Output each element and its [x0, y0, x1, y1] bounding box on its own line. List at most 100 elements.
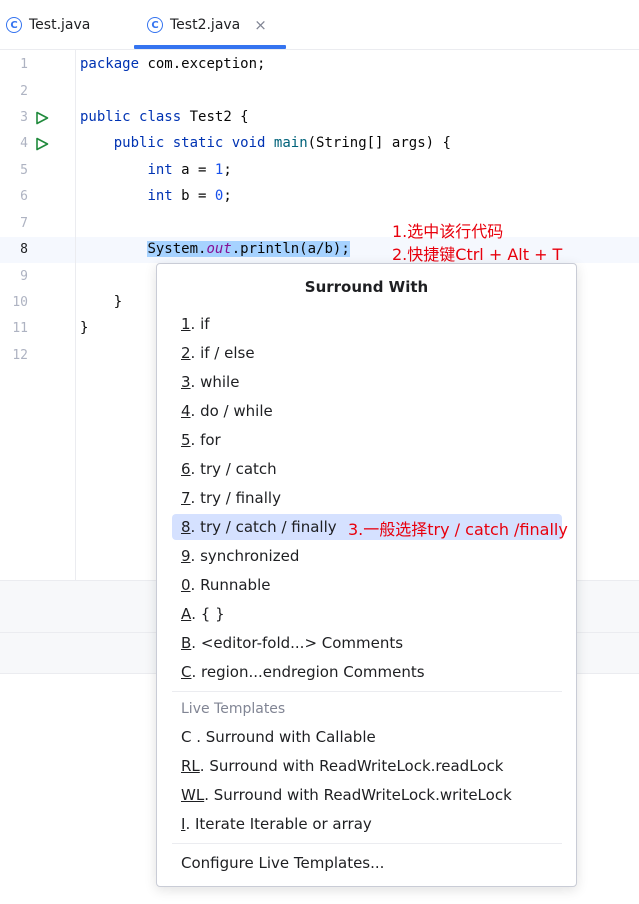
line-number: 3	[20, 110, 28, 125]
menu-item-label: . synchronized	[190, 547, 300, 565]
code-line-3[interactable]: public class Test2 {	[80, 109, 249, 125]
menu-item-label: . if / else	[190, 344, 255, 362]
menu-item-label: Configure Live Templates...	[181, 854, 385, 872]
line-number: 2	[20, 84, 28, 99]
code-line-4[interactable]: public static void main(String[] args) {	[80, 135, 451, 151]
line-number: 9	[20, 269, 28, 284]
annotation-step-2: 2.快捷键Ctrl + Alt + T	[392, 245, 563, 264]
menu-item-synchronized[interactable]: 9. synchronized	[172, 543, 562, 569]
menu-item-label: . region...endregion Comments	[191, 663, 425, 681]
surround-with-popup: Surround With 1. if 2. if / else 3. whil…	[156, 263, 577, 887]
menu-item-readlock[interactable]: RL. Surround with ReadWriteLock.readLock	[172, 753, 562, 779]
code-line-6[interactable]: int b = 0;	[80, 188, 232, 204]
line-number: 5	[20, 163, 28, 178]
menu-item-label: . try / catch	[190, 460, 277, 478]
mnemonic: WL	[181, 786, 205, 804]
annotation-step-1: 1.选中该行代码	[392, 222, 504, 241]
menu-divider	[172, 843, 562, 844]
code-keyword: public	[113, 135, 165, 151]
configure-live-templates-button[interactable]: Configure Live Templates...	[172, 850, 562, 876]
menu-item-if-else[interactable]: 2. if / else	[172, 340, 562, 366]
menu-item-label: . while	[190, 373, 240, 391]
selected-code: System.out.println(a/b);	[147, 241, 350, 257]
line-number: 4	[20, 136, 28, 151]
menu-item-for[interactable]: 5. for	[172, 427, 562, 453]
menu-item-label: . Runnable	[190, 576, 271, 594]
menu-item-if[interactable]: 1. if	[172, 311, 562, 337]
menu-item-try-catch[interactable]: 6. try / catch	[172, 456, 562, 482]
code-static-field: out	[206, 241, 232, 257]
tab-test-java[interactable]: C Test.java	[6, 0, 90, 50]
menu-item-label: . Surround with ReadWriteLock.readLock	[199, 757, 504, 775]
menu-item-editor-fold[interactable]: B. <editor-fold...> Comments	[172, 630, 562, 656]
code-method-name: main	[273, 135, 308, 151]
code-keyword: int	[147, 188, 173, 204]
menu-item-region[interactable]: C. region...endregion Comments	[172, 659, 562, 685]
code-text: System.	[147, 241, 207, 257]
mnemonic: RL	[181, 757, 200, 775]
mnemonic: 2	[181, 344, 191, 362]
menu-item-label: C . Surround with Callable	[181, 728, 376, 746]
menu-item-do-while[interactable]: 4. do / while	[172, 398, 562, 424]
menu-divider	[172, 691, 562, 692]
menu-item-label: . Surround with ReadWriteLock.writeLock	[204, 786, 512, 804]
line-number: 12	[12, 348, 28, 363]
code-line-10[interactable]: }	[80, 294, 122, 310]
live-templates-heading: Live Templates	[181, 701, 286, 717]
menu-item-label: . if	[190, 315, 210, 333]
tab-label: Test2.java	[170, 17, 241, 33]
mnemonic: C	[181, 663, 192, 681]
mnemonic: 8	[181, 518, 191, 536]
menu-item-label: . do / while	[190, 402, 273, 420]
mnemonic: 4	[181, 402, 191, 420]
line-number: 6	[20, 189, 28, 204]
code-keyword: int	[147, 162, 173, 178]
menu-item-label: . try / catch / finally	[190, 518, 337, 536]
code-keyword: static	[172, 135, 224, 151]
line-number: 11	[12, 321, 28, 336]
code-line-1[interactable]: package com.exception;	[80, 56, 265, 72]
close-icon[interactable]: ×	[254, 16, 267, 34]
mnemonic: 7	[181, 489, 191, 507]
tab-test2-java[interactable]: C Test2.java ×	[147, 0, 267, 50]
menu-item-runnable[interactable]: 0. Runnable	[172, 572, 562, 598]
menu-item-try-finally[interactable]: 7. try / finally	[172, 485, 562, 511]
menu-item-iterate[interactable]: I. Iterate Iterable or array	[172, 811, 562, 837]
menu-item-label: . try / finally	[190, 489, 281, 507]
code-text: (String[] args) {	[307, 135, 451, 151]
line-number-active: 8	[20, 242, 28, 257]
code-text: Test2 {	[181, 109, 249, 125]
menu-item-while[interactable]: 3. while	[172, 369, 562, 395]
menu-item-label: . <editor-fold...> Comments	[191, 634, 404, 652]
line-number: 7	[20, 216, 28, 231]
menu-item-surround-callable[interactable]: C . Surround with Callable	[172, 724, 562, 750]
annotation-step-3: 3.一般选择try / catch /finally	[348, 520, 568, 539]
editor-tab-bar: C Test.java C Test2.java ×	[0, 0, 639, 50]
menu-item-label: . { }	[191, 605, 225, 623]
code-line-5[interactable]: int a = 1;	[80, 162, 231, 178]
code-keyword: void	[231, 135, 266, 151]
code-keyword: package	[80, 56, 140, 72]
run-class-icon[interactable]	[35, 111, 49, 125]
java-class-icon: C	[147, 17, 163, 33]
code-keyword: class	[139, 109, 182, 125]
code-line-8[interactable]: System.out.println(a/b);	[80, 241, 350, 257]
code-line-11[interactable]: }	[80, 320, 88, 336]
mnemonic: 6	[181, 460, 191, 478]
mnemonic: B	[181, 634, 192, 652]
active-tab-indicator	[134, 45, 286, 49]
code-keyword: public	[80, 109, 131, 125]
menu-item-label: . for	[190, 431, 221, 449]
run-main-icon[interactable]	[35, 137, 49, 151]
menu-item-writelock[interactable]: WL. Surround with ReadWriteLock.writeLoc…	[172, 782, 562, 808]
gutter-divider	[75, 50, 76, 580]
code-text: ;	[223, 188, 232, 204]
tab-label: Test.java	[29, 17, 91, 33]
mnemonic: A	[181, 605, 192, 623]
mnemonic: 5	[181, 431, 191, 449]
menu-item-braces[interactable]: A. { }	[172, 601, 562, 627]
mnemonic: 3	[181, 373, 191, 391]
code-text: com.exception;	[139, 56, 266, 72]
